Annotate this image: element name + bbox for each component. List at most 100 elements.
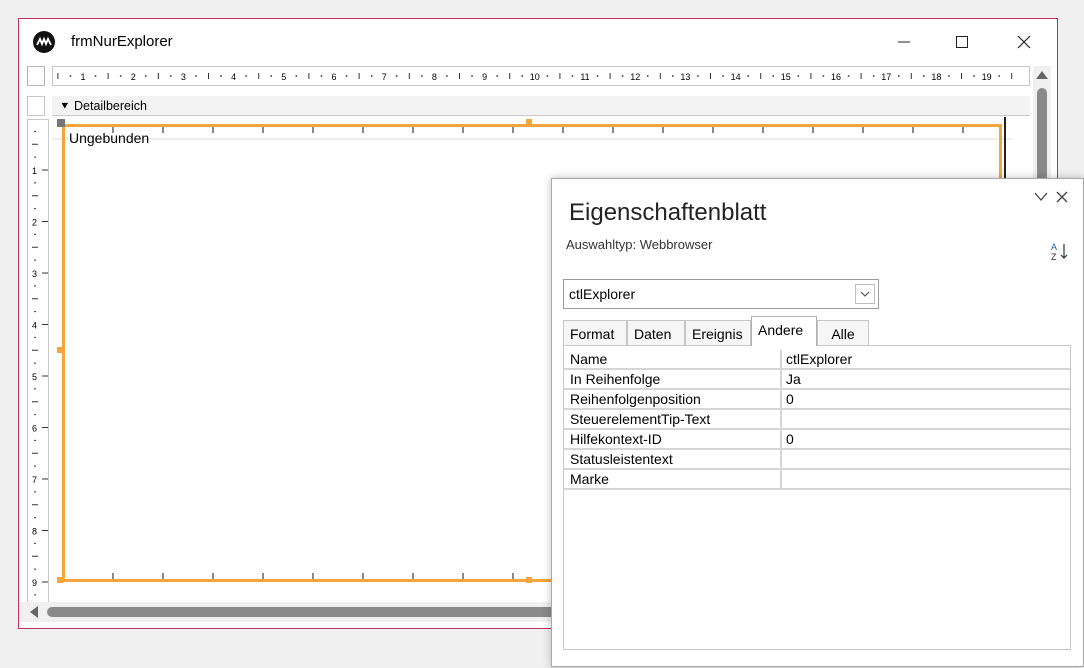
svg-text:A: A <box>1051 242 1057 252</box>
property-name: Name <box>570 351 608 367</box>
property-row[interactable]: SteuerelementTip-Text <box>564 410 1070 430</box>
property-row[interactable]: Marke <box>564 470 1070 490</box>
ruler-tick <box>847 75 850 77</box>
chevron-down-icon[interactable] <box>1034 192 1048 201</box>
ruler-tick <box>822 75 825 77</box>
section-collapse-icon: ⯆ <box>60 99 70 113</box>
resize-handle-left[interactable] <box>57 347 63 353</box>
ruler-tick <box>922 75 925 77</box>
property-sheet: Eigenschaftenblatt Auswahltyp: Webbrowse… <box>551 178 1084 667</box>
ruler-number: 9 <box>482 72 487 82</box>
ruler-number: 13 <box>680 72 690 82</box>
sort-az-icon[interactable]: A Z <box>1051 241 1069 265</box>
ruler-tick <box>169 75 172 77</box>
maximize-button[interactable] <box>939 27 985 57</box>
object-selector-combo[interactable]: ctlExplorer <box>563 279 879 309</box>
resize-handle-top[interactable] <box>526 119 532 125</box>
ruler-number: 14 <box>731 72 741 82</box>
ruler-tick <box>370 75 373 77</box>
close-button[interactable] <box>1001 27 1047 57</box>
vertical-ruler[interactable]: 1 2 3 4 5 6 7 8 9 <box>27 119 49 609</box>
property-value[interactable]: 0 <box>786 391 794 407</box>
ruler-tick <box>872 75 875 77</box>
section-selector[interactable] <box>27 96 45 116</box>
ruler-number: 4 <box>231 72 236 82</box>
property-sheet-title: Eigenschaftenblatt <box>569 199 767 226</box>
tab-andere[interactable]: Andere <box>751 316 817 346</box>
ruler-number: 11 <box>580 72 589 82</box>
property-value[interactable]: Ja <box>786 371 801 387</box>
ruler-tick <box>646 75 649 77</box>
ruler-tick <box>119 75 122 77</box>
horizontal-ruler[interactable]: 1 2 3 4 5 6 7 8 9 10 11 12 13 14 15 16 17 18 19 <box>52 66 1030 86</box>
property-row[interactable]: Hilfekontext-ID 0 <box>564 430 1070 450</box>
property-value[interactable]: ctlExplorer <box>786 351 852 367</box>
property-row[interactable]: In Reihenfolge Ja <box>564 370 1070 390</box>
combo-dropdown-button[interactable] <box>852 280 878 308</box>
ruler-number: 2 <box>131 72 136 82</box>
ruler-number: 5 <box>281 72 286 82</box>
chevron-down-icon <box>860 291 870 297</box>
ruler-number: 18 <box>931 72 941 82</box>
ruler-number: 2 <box>32 218 37 228</box>
selection-type: Auswahltyp: Webbrowser <box>566 237 713 252</box>
property-value[interactable]: 0 <box>786 431 794 447</box>
section-header-detail[interactable]: ⯆ Detailbereich <box>52 96 1030 116</box>
resize-handle-bottom-left[interactable] <box>57 577 63 583</box>
ruler-number: 3 <box>181 72 186 82</box>
property-row[interactable]: Statusleistentext <box>564 450 1070 470</box>
property-sheet-controls <box>1033 189 1073 210</box>
minimize-button[interactable] <box>881 27 927 57</box>
column-divider <box>780 410 782 428</box>
tab-alle[interactable]: Alle <box>817 320 869 346</box>
ruler-number: 19 <box>982 72 992 82</box>
ruler-number: 15 <box>781 72 791 82</box>
ruler-tick <box>621 75 624 77</box>
tab-daten[interactable]: Daten <box>627 320 685 346</box>
ruler-tick <box>345 75 348 77</box>
ruler-tick <box>571 75 574 77</box>
title-bar[interactable]: frmNurExplorer <box>19 19 1057 65</box>
ruler-number: 16 <box>831 72 841 82</box>
ruler-number: 6 <box>331 72 336 82</box>
column-divider <box>780 450 782 468</box>
column-divider <box>780 370 782 388</box>
move-handle[interactable] <box>57 119 65 127</box>
column-divider <box>780 470 782 488</box>
close-icon[interactable] <box>1056 191 1068 203</box>
ruler-tick <box>420 75 423 77</box>
scroll-up-icon[interactable] <box>1033 68 1051 82</box>
ruler-tick <box>772 75 775 77</box>
ruler-tick <box>220 75 222 77</box>
ruler-tick <box>395 75 398 77</box>
svg-text:Z: Z <box>1051 252 1057 261</box>
tab-ereignis[interactable]: Ereignis <box>685 320 751 346</box>
ruler-tick <box>69 75 72 77</box>
ruler-number: 12 <box>630 72 640 82</box>
ruler-tick <box>596 75 599 77</box>
ruler-number: 5 <box>32 372 37 382</box>
property-grid: Name ctlExplorer In Reihenfolge Ja Reihe… <box>563 345 1071 650</box>
column-divider <box>780 390 782 408</box>
ruler-tick <box>270 75 273 77</box>
ruler-number: 17 <box>881 72 891 82</box>
window-title: frmNurExplorer <box>71 33 173 50</box>
ruler-tick <box>797 75 800 77</box>
resize-handle-bottom[interactable] <box>526 577 532 583</box>
ruler-tick <box>948 75 950 77</box>
tab-format[interactable]: Format <box>563 320 627 346</box>
property-name: Hilfekontext-ID <box>570 431 662 447</box>
scroll-left-icon[interactable] <box>27 602 41 622</box>
ruler-number: 8 <box>32 527 37 537</box>
ruler-tick <box>320 75 323 77</box>
section-label: Detailbereich <box>74 99 147 113</box>
ruler-corner-selector[interactable] <box>27 66 45 86</box>
ruler-tick <box>245 75 248 77</box>
ruler-number: 3 <box>32 269 37 279</box>
property-name: Reihenfolgenposition <box>570 391 701 407</box>
property-row[interactable]: Reihenfolgenposition 0 <box>564 390 1070 410</box>
ruler-tick <box>722 75 724 77</box>
ruler-number: 6 <box>32 424 37 434</box>
ruler-tick <box>521 75 524 77</box>
property-row[interactable]: Name ctlExplorer <box>564 350 1070 370</box>
